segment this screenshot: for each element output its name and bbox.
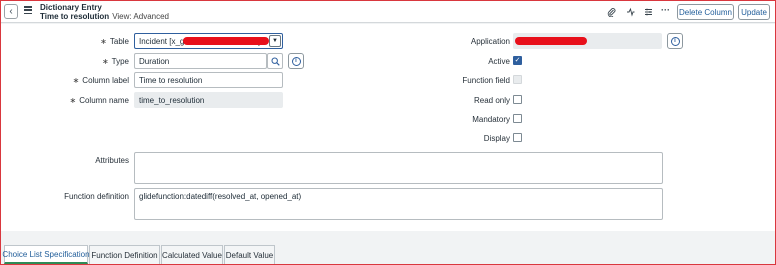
attributes-field-label: Attributes xyxy=(95,156,129,165)
display-checkbox[interactable] xyxy=(513,133,522,142)
column-name-field-label: ∗ Column name xyxy=(69,96,129,105)
tab-calculated-value[interactable]: Calculated Value xyxy=(161,245,223,264)
view-label: View: Advanced xyxy=(112,12,169,21)
search-icon[interactable] xyxy=(267,53,283,69)
settings-icon[interactable] xyxy=(644,7,653,19)
read-only-checkbox[interactable] xyxy=(513,95,522,104)
update-button[interactable]: Update xyxy=(738,4,770,20)
chevron-left-icon: ‹ xyxy=(9,6,13,17)
function-field-label: Function field xyxy=(462,76,510,85)
delete-column-button[interactable]: Delete Column xyxy=(677,4,734,20)
info-icon: i xyxy=(670,36,680,46)
hamburger-menu-icon[interactable] xyxy=(24,6,32,14)
record-title: Dictionary Entry Time to resolution View:… xyxy=(40,3,169,21)
record-name: Time to resolution xyxy=(40,12,110,21)
required-marker: ∗ xyxy=(72,76,80,85)
redaction-mark xyxy=(183,37,269,45)
attachment-icon[interactable] xyxy=(607,7,616,19)
tab-choice-list-specification[interactable]: Choice List Specification xyxy=(2,245,90,264)
function-field-checkbox xyxy=(513,75,522,84)
type-info-button[interactable]: i xyxy=(288,53,304,69)
column-name-value: time_to_resolution xyxy=(134,92,283,108)
required-marker: ∗ xyxy=(100,37,107,46)
tab-default-value[interactable]: Default Value xyxy=(224,245,275,264)
display-field-label: Display xyxy=(483,134,510,143)
read-only-field-label: Read only xyxy=(473,96,510,105)
redaction-mark xyxy=(515,37,587,45)
application-info-button[interactable]: i xyxy=(667,33,683,49)
application-field-label: Application xyxy=(470,37,510,46)
app-frame: ‹ Dictionary Entry Time to resolution Vie… xyxy=(0,0,776,265)
required-marker: ∗ xyxy=(101,57,109,66)
required-marker: ∗ xyxy=(69,96,77,105)
tab-function-definition[interactable]: Function Definition xyxy=(89,245,160,264)
table-field-label: ∗ Table xyxy=(100,37,129,46)
record-type: Dictionary Entry xyxy=(40,3,102,12)
mandatory-checkbox[interactable] xyxy=(513,114,522,123)
form-header: ‹ Dictionary Entry Time to resolution Vie… xyxy=(1,1,775,23)
mandatory-field-label: Mandatory xyxy=(472,115,510,124)
active-checkbox[interactable]: ✓ xyxy=(513,56,522,65)
back-button[interactable]: ‹ xyxy=(4,4,18,19)
active-field-label: Active xyxy=(488,57,510,66)
attributes-textarea[interactable] xyxy=(134,152,663,184)
chevron-down-icon[interactable]: ▼ xyxy=(269,35,281,47)
column-label-input[interactable]: Time to resolution xyxy=(134,72,283,88)
activity-icon[interactable] xyxy=(626,7,635,19)
table-value: Incident [x_g xyxy=(139,37,185,46)
function-definition-field-label: Function definition xyxy=(64,192,129,201)
related-tabs-bar: Choice List Specification Function Defin… xyxy=(1,231,775,264)
more-options-icon[interactable]: ··· xyxy=(661,5,670,15)
function-definition-textarea[interactable]: glidefunction:datediff(resolved_at, open… xyxy=(134,188,663,220)
type-field-label: ∗ Type xyxy=(101,57,129,66)
type-input[interactable]: Duration xyxy=(134,53,267,69)
column-label-field-label: ∗ Column label xyxy=(72,76,129,85)
form-body: ∗Table Incident [x_g ]... ▼ ∗Type Durati… xyxy=(1,24,775,231)
info-icon: i xyxy=(291,56,301,66)
